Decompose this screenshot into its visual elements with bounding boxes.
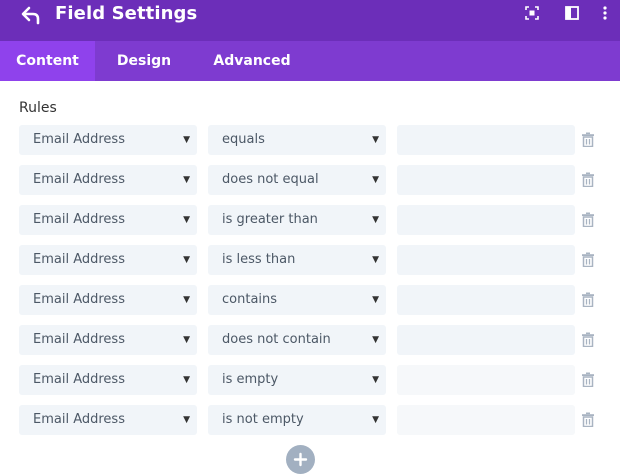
rule-value-input[interactable]	[397, 285, 575, 315]
rule-value-input[interactable]	[397, 365, 575, 395]
condition-select-value: contains	[222, 292, 278, 307]
rule-row: Email Address ▼ does not equal ▼	[0, 165, 620, 195]
condition-select-value: is not empty	[222, 412, 304, 427]
condition-select-value: does not contain	[222, 332, 331, 347]
plus-icon	[293, 452, 308, 467]
field-select[interactable]: Email Address ▼	[19, 325, 197, 355]
chevron-down-icon: ▼	[183, 255, 190, 265]
add-rule-button[interactable]	[286, 445, 315, 474]
field-select-value: Email Address	[33, 172, 125, 187]
chevron-down-icon: ▼	[372, 375, 379, 385]
field-select[interactable]: Email Address ▼	[19, 365, 197, 395]
condition-select[interactable]: equals ▼	[208, 125, 386, 155]
condition-select[interactable]: is empty ▼	[208, 365, 386, 395]
tab-content[interactable]: Content	[0, 41, 95, 81]
field-select-value: Email Address	[33, 412, 125, 427]
more-vertical-icon[interactable]	[596, 4, 614, 22]
settings-header: Field Settings	[0, 0, 620, 41]
rule-row: Email Address ▼ is less than ▼	[0, 245, 620, 275]
field-select-value: Email Address	[33, 252, 125, 267]
field-select-value: Email Address	[33, 332, 125, 347]
condition-select[interactable]: is not empty ▼	[208, 405, 386, 435]
condition-select[interactable]: is greater than ▼	[208, 205, 386, 235]
condition-select-value: is empty	[222, 372, 279, 387]
rule-row: Email Address ▼ is not empty ▼	[0, 405, 620, 435]
tab-design[interactable]: Design	[104, 41, 184, 81]
chevron-down-icon: ▼	[372, 255, 379, 265]
chevron-down-icon: ▼	[372, 135, 379, 145]
back-icon[interactable]	[20, 5, 42, 25]
chevron-down-icon: ▼	[372, 415, 379, 425]
chevron-down-icon: ▼	[183, 135, 190, 145]
tab-advanced[interactable]: Advanced	[206, 41, 298, 81]
rule-value-input[interactable]	[397, 125, 575, 155]
trash-icon[interactable]	[582, 292, 594, 307]
panel-title: Field Settings	[55, 3, 198, 24]
condition-select-value: is greater than	[222, 212, 318, 227]
tab-bar: Content Design Advanced	[0, 41, 620, 81]
condition-select-value: does not equal	[222, 172, 319, 187]
field-select[interactable]: Email Address ▼	[19, 285, 197, 315]
trash-icon[interactable]	[582, 252, 594, 267]
chevron-down-icon: ▼	[372, 175, 379, 185]
chevron-down-icon: ▼	[372, 215, 379, 225]
rule-row: Email Address ▼ equals ▼	[0, 125, 620, 155]
rule-value-input[interactable]	[397, 405, 575, 435]
split-layout-icon[interactable]	[563, 4, 581, 22]
rules-label: Rules	[19, 100, 57, 116]
field-select-value: Email Address	[33, 212, 125, 227]
chevron-down-icon: ▼	[183, 415, 190, 425]
chevron-down-icon: ▼	[372, 335, 379, 345]
trash-icon[interactable]	[582, 372, 594, 387]
trash-icon[interactable]	[582, 412, 594, 427]
rule-value-input[interactable]	[397, 205, 575, 235]
rule-value-input[interactable]	[397, 245, 575, 275]
rule-value-input[interactable]	[397, 165, 575, 195]
field-select-value: Email Address	[33, 132, 125, 147]
field-select-value: Email Address	[33, 372, 125, 387]
chevron-down-icon: ▼	[372, 295, 379, 305]
trash-icon[interactable]	[582, 132, 594, 147]
field-select[interactable]: Email Address ▼	[19, 245, 197, 275]
condition-select[interactable]: does not contain ▼	[208, 325, 386, 355]
field-select[interactable]: Email Address ▼	[19, 165, 197, 195]
field-select[interactable]: Email Address ▼	[19, 125, 197, 155]
trash-icon[interactable]	[582, 172, 594, 187]
field-select[interactable]: Email Address ▼	[19, 405, 197, 435]
condition-select[interactable]: does not equal ▼	[208, 165, 386, 195]
rule-row: Email Address ▼ is empty ▼	[0, 365, 620, 395]
trash-icon[interactable]	[582, 212, 594, 227]
condition-select-value: is less than	[222, 252, 296, 267]
focus-icon[interactable]	[523, 4, 541, 22]
chevron-down-icon: ▼	[183, 335, 190, 345]
chevron-down-icon: ▼	[183, 295, 190, 305]
chevron-down-icon: ▼	[183, 375, 190, 385]
rule-row: Email Address ▼ does not contain ▼	[0, 325, 620, 355]
chevron-down-icon: ▼	[183, 175, 190, 185]
rule-row: Email Address ▼ is greater than ▼	[0, 205, 620, 235]
rule-row: Email Address ▼ contains ▼	[0, 285, 620, 315]
condition-select[interactable]: contains ▼	[208, 285, 386, 315]
field-select[interactable]: Email Address ▼	[19, 205, 197, 235]
rule-value-input[interactable]	[397, 325, 575, 355]
condition-select[interactable]: is less than ▼	[208, 245, 386, 275]
trash-icon[interactable]	[582, 332, 594, 347]
condition-select-value: equals	[222, 132, 265, 147]
field-select-value: Email Address	[33, 292, 125, 307]
chevron-down-icon: ▼	[183, 215, 190, 225]
